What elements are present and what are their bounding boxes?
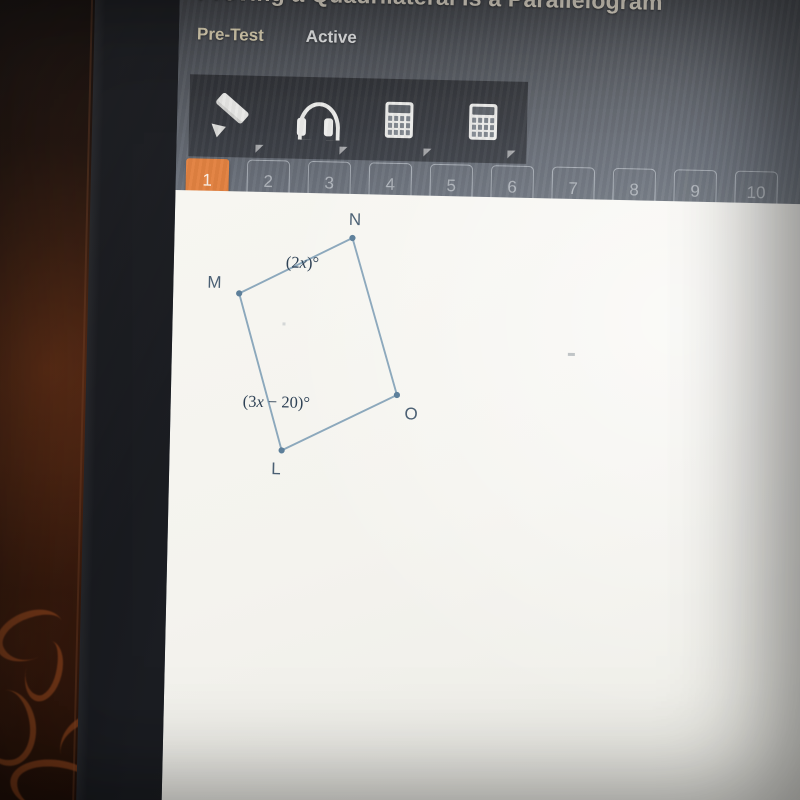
assignment-type-label: Pre-Test bbox=[196, 24, 265, 45]
quadrilateral-diagram bbox=[236, 234, 401, 454]
vertex-label-L: L bbox=[270, 459, 281, 479]
angle-N-label: (2x)° bbox=[285, 252, 320, 273]
vertex-point-O bbox=[393, 391, 401, 399]
dust-speck bbox=[567, 352, 575, 357]
pencil-icon bbox=[206, 91, 255, 140]
headphones-icon bbox=[292, 95, 341, 142]
basic-calculator-tool[interactable] bbox=[356, 78, 442, 162]
geometry-figure: M N O L (2x)° (3x − 20)° bbox=[182, 202, 439, 508]
page-title: Proving a Quadrilateral Is a Parallelogr… bbox=[198, 0, 663, 16]
vertex-point-N bbox=[349, 234, 356, 242]
audio-tool[interactable] bbox=[272, 76, 358, 160]
vertex-label-N: N bbox=[348, 209, 362, 230]
tool-palette bbox=[188, 74, 529, 164]
vertex-point-L bbox=[278, 447, 285, 454]
status-badge: Active bbox=[305, 26, 358, 48]
angle-L-label: (3x − 20)° bbox=[242, 391, 311, 413]
question-content-area: M N O L (2x)° (3x − 20)° bbox=[160, 189, 800, 800]
vertex-label-M: M bbox=[207, 272, 222, 293]
vertex-label-O: O bbox=[404, 404, 418, 424]
screen-viewport: Proving a Quadrilateral Is a Parallelogr… bbox=[160, 0, 800, 800]
vertex-point-M bbox=[236, 290, 243, 297]
calculator-icon bbox=[460, 98, 507, 145]
scientific-calculator-tool[interactable] bbox=[440, 80, 526, 164]
photograph-of-screen: Proving a Quadrilateral Is a Parallelogr… bbox=[0, 0, 800, 800]
status-row: Pre-Test Active bbox=[197, 24, 357, 48]
app-header: Proving a Quadrilateral Is a Parallelogr… bbox=[175, 0, 800, 215]
dust-speck bbox=[282, 322, 286, 326]
highlighter-tool[interactable] bbox=[188, 74, 274, 158]
calculator-icon bbox=[376, 96, 423, 143]
